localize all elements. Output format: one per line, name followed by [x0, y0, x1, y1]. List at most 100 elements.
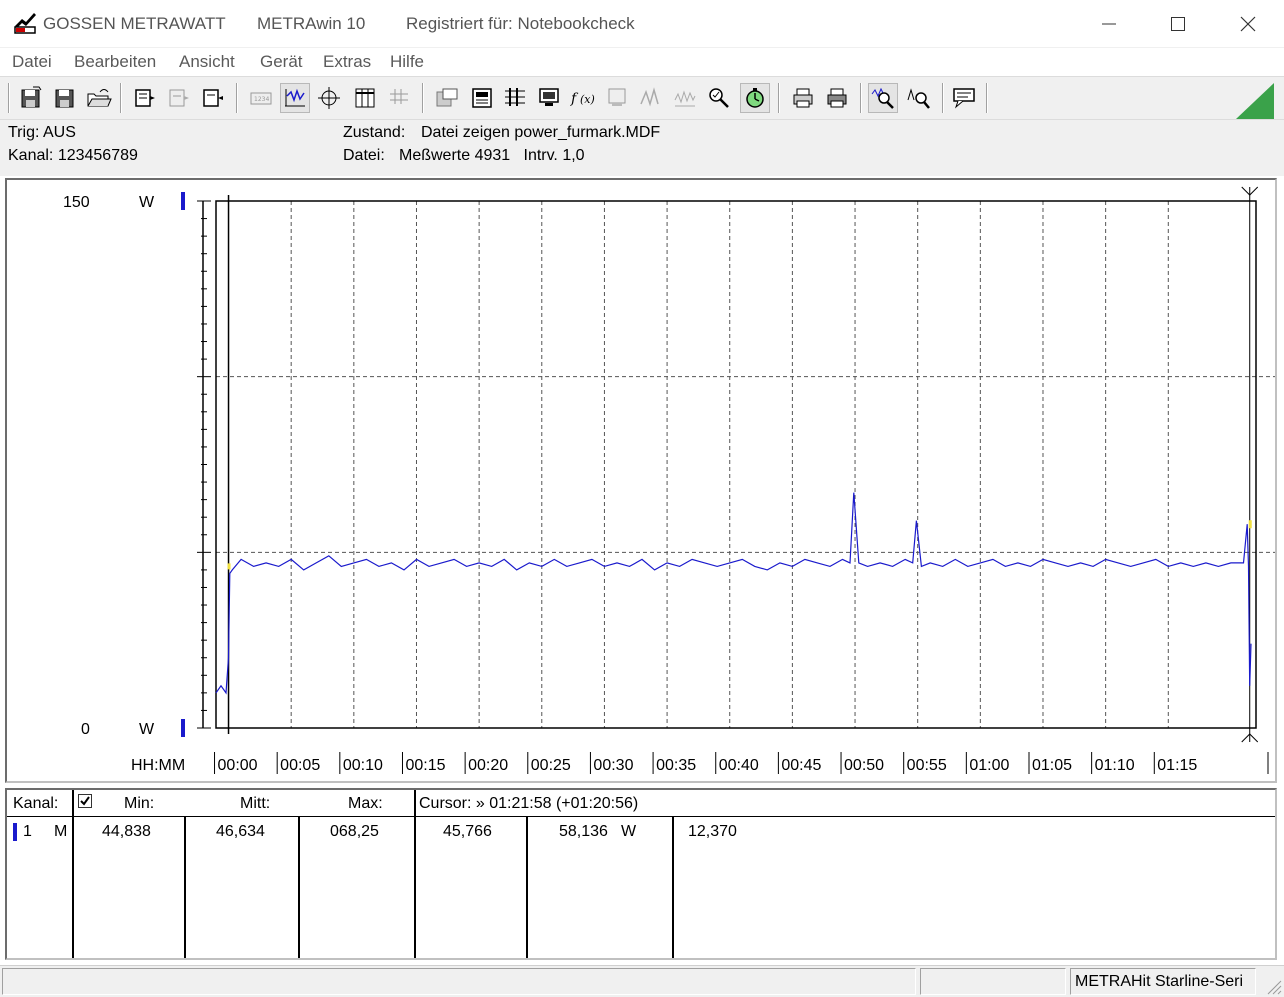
monitor-icon	[539, 88, 559, 106]
menu-datei[interactable]: Datei	[12, 52, 52, 72]
y-min-label: 0	[81, 721, 90, 738]
x-tick-label: 00:15	[405, 757, 445, 774]
x-tick-label: 00:10	[343, 757, 383, 774]
settings-button[interactable]	[500, 83, 530, 113]
close-button[interactable]	[1213, 0, 1283, 48]
settings-icon	[505, 88, 525, 106]
cursor1-value: 45,766	[443, 823, 492, 840]
device-disabled-button[interactable]	[602, 83, 632, 113]
memory-icon: 1234	[250, 92, 272, 105]
toolbar: 1234 ƒ (x)	[0, 76, 1284, 120]
channel-mode: M	[54, 823, 68, 840]
device-disabled-icon	[608, 88, 626, 106]
save-button[interactable]	[16, 83, 46, 113]
monitor-button[interactable]	[534, 83, 564, 113]
close-icon	[1240, 16, 1256, 32]
print-icon	[827, 88, 847, 108]
column-divider	[298, 816, 300, 958]
print-preview-button[interactable]	[788, 83, 818, 113]
trigger-status: Trig: AUS	[8, 124, 76, 141]
y-max-label: 150	[63, 194, 90, 211]
minimize-button[interactable]	[1074, 0, 1144, 48]
max-header: Max:	[348, 795, 383, 812]
menu-hilfe[interactable]: Hilfe	[390, 52, 424, 72]
menu-bearbeiten[interactable]: Bearbeiten	[74, 52, 156, 72]
cursor-point-left	[227, 563, 231, 570]
signal-disabled-button[interactable]	[636, 83, 666, 113]
toolbar-separator	[986, 83, 988, 113]
device-button[interactable]	[466, 83, 496, 113]
import-button[interactable]	[198, 83, 228, 113]
chart-panel[interactable]: 00:00 00:05 00:10 00:15 00:20 00:25 00:30 00:35…	[5, 178, 1277, 783]
signal-disabled-2-icon	[674, 90, 696, 107]
toolbar-separator	[778, 83, 780, 113]
x-tick-label: 01:15	[1157, 757, 1197, 774]
timer-icon	[746, 88, 764, 108]
svg-text:(x): (x)	[580, 93, 595, 106]
zoom-check-button[interactable]	[704, 83, 734, 113]
toolbar-separator	[422, 83, 424, 113]
mitt-header: Mitt:	[240, 795, 271, 812]
x-tick-label: 00:20	[468, 757, 508, 774]
window-button[interactable]	[432, 83, 462, 113]
save-as-button[interactable]	[50, 83, 80, 113]
svg-text:1234: 1234	[254, 96, 269, 103]
save-as-icon	[55, 89, 74, 108]
status-panel-2	[920, 968, 1066, 995]
comment-icon	[953, 88, 975, 109]
signal-disabled-2-button[interactable]	[670, 83, 700, 113]
title-bar: GOSSEN METRAWATT METRAwin 10 Registriert…	[0, 0, 1284, 48]
zoom-button[interactable]	[868, 83, 898, 113]
menu-extras[interactable]: Extras	[323, 52, 371, 72]
maximize-button[interactable]	[1143, 0, 1213, 48]
channel-marker-bottom	[181, 719, 185, 737]
min-header: Min:	[124, 795, 155, 812]
timer-button[interactable]	[740, 83, 770, 113]
table-view-button[interactable]	[350, 83, 380, 113]
print-preview-icon	[793, 88, 813, 108]
x-tick-label: 00:05	[280, 757, 320, 774]
kanal-header: Kanal:	[13, 795, 59, 812]
toolbar-separator	[236, 83, 238, 113]
trace-view-button[interactable]	[280, 83, 310, 113]
power-chart[interactable]: 00:00 00:05 00:10 00:15 00:20 00:25 00:30 00:35…	[7, 180, 1275, 781]
status-panel-1	[2, 968, 916, 995]
zoom-out-button[interactable]	[904, 83, 934, 113]
print-button[interactable]	[822, 83, 852, 113]
file-label: Datei:	[343, 147, 385, 164]
maximize-icon	[1171, 17, 1185, 31]
disabled-export-button[interactable]	[164, 83, 194, 113]
toolbar-separator	[120, 83, 122, 113]
chart-grid	[216, 201, 1275, 728]
column-divider	[526, 816, 528, 958]
measurement-table: Kanal: Min: Mitt: Max: Cursor: » 01:21:5…	[5, 788, 1277, 960]
x-tick-label: 01:10	[1095, 757, 1135, 774]
function-icon: ƒ (x)	[570, 91, 595, 107]
zoom-out-icon	[907, 88, 930, 109]
max-value: 068,25	[330, 823, 379, 840]
cursor-header: Cursor: » 01:21:58 (+01:20:56)	[419, 795, 639, 812]
toolbar-separator	[860, 83, 862, 113]
x-tick-label: 00:35	[656, 757, 696, 774]
export-button[interactable]	[130, 83, 160, 113]
save-icon	[21, 86, 42, 108]
table-view-icon	[355, 88, 375, 108]
menu-geraet[interactable]: Gerät	[260, 52, 303, 72]
open-button[interactable]	[84, 83, 114, 113]
function-button[interactable]: ƒ (x)	[568, 83, 598, 113]
menu-ansicht[interactable]: Ansicht	[179, 52, 235, 72]
list-view-button[interactable]	[384, 83, 414, 113]
app-logo-icon	[14, 13, 36, 34]
x-tick-label: 00:00	[218, 757, 258, 774]
memory-button[interactable]: 1234	[246, 83, 276, 113]
comment-button[interactable]	[950, 83, 980, 113]
channel-checkbox[interactable]	[78, 794, 92, 808]
toolbar-separator	[8, 83, 10, 113]
cursor-unit: W	[621, 823, 637, 840]
cursor-point-right	[1248, 520, 1252, 529]
crosshair-icon	[318, 87, 340, 109]
app-title: GOSSEN METRAWATT	[43, 14, 226, 33]
menu-bar: Datei Bearbeiten Ansicht Gerät Extras Hi…	[0, 48, 1284, 76]
resize-grip-icon[interactable]	[1264, 977, 1282, 995]
crosshair-button[interactable]	[314, 83, 344, 113]
